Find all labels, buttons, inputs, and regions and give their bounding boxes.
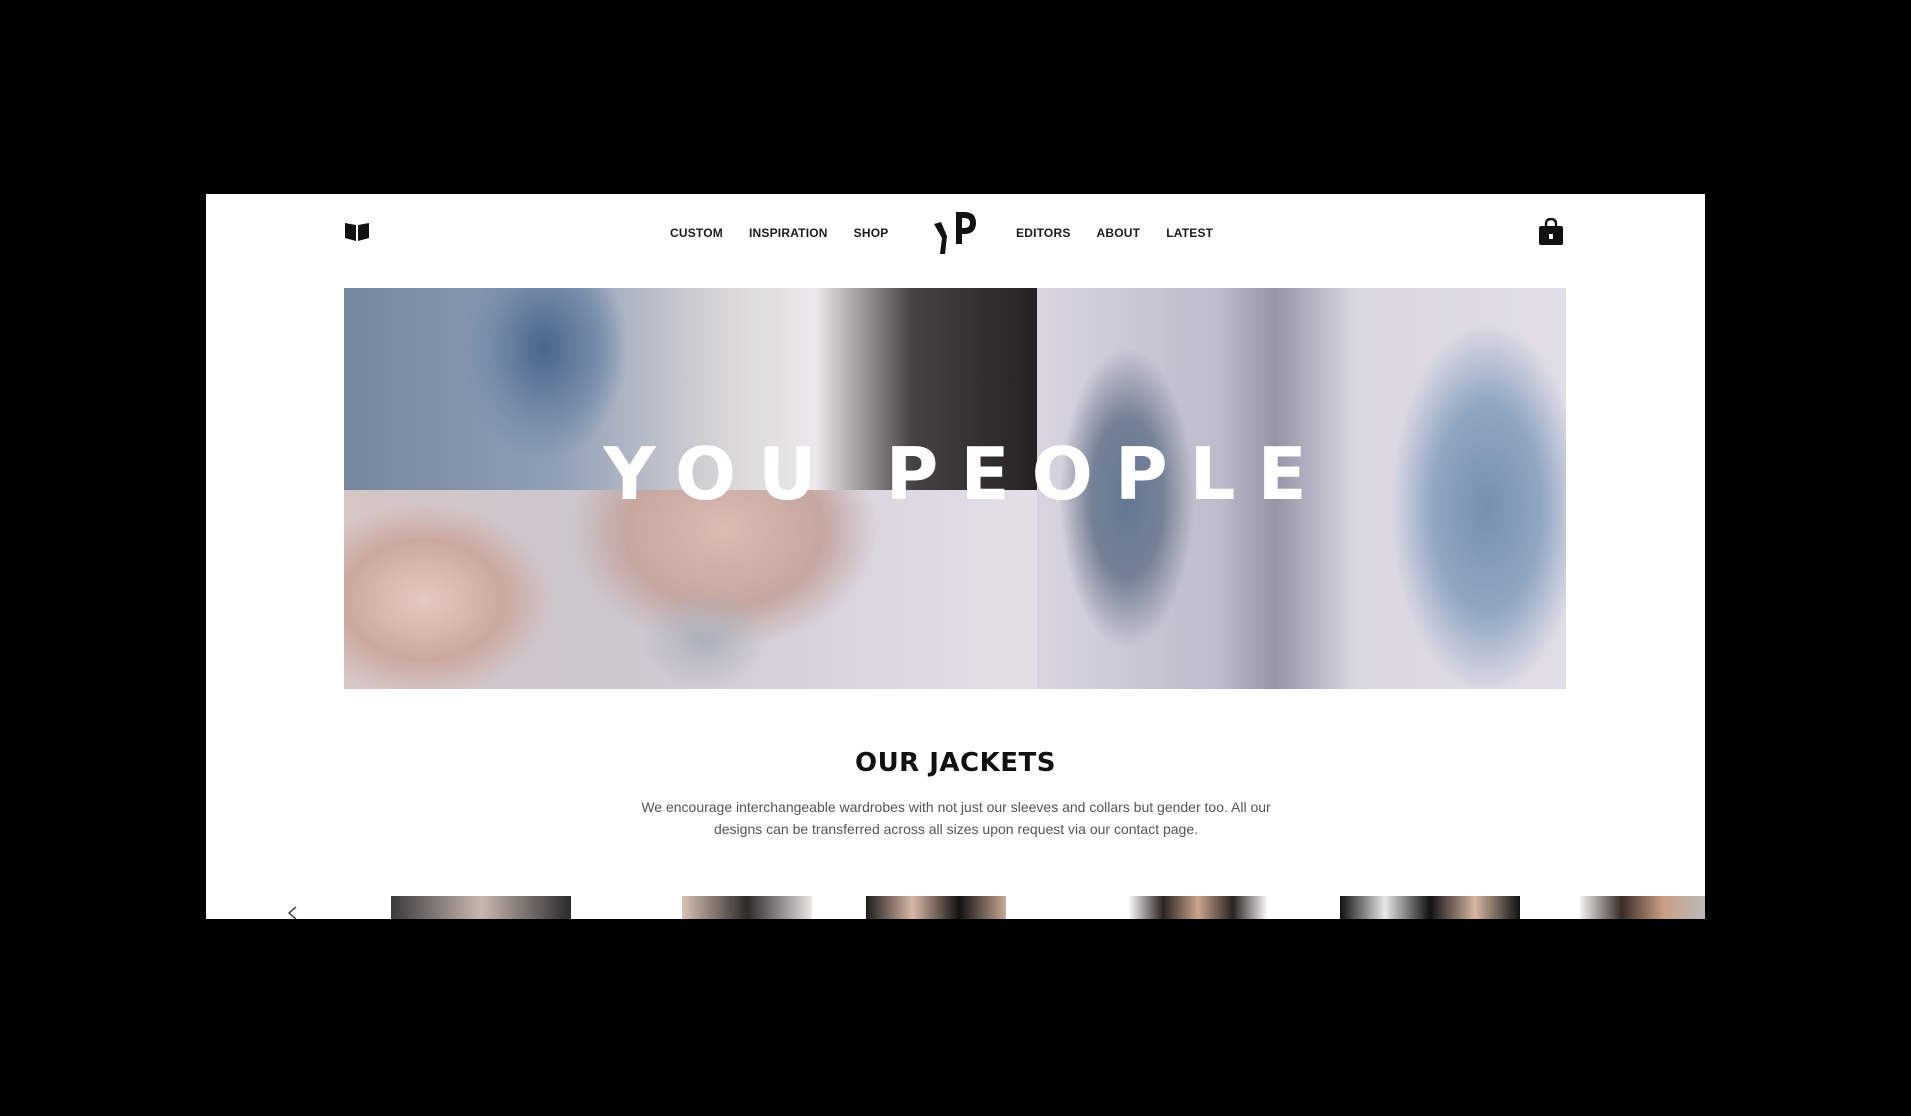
nav-shop[interactable]: SHOP [854, 226, 889, 240]
book-icon[interactable] [344, 220, 370, 242]
jacket-thumbnail[interactable] [1580, 896, 1705, 919]
primary-nav-right: EDITORS ABOUT LATEST [1016, 226, 1239, 240]
page: CUSTOM INSPIRATION SHOP EDITORS ABOUT LA… [206, 194, 1705, 919]
nav-custom[interactable]: CUSTOM [670, 226, 723, 240]
shopping-bag-icon[interactable] [1538, 218, 1564, 246]
jacket-thumbnail[interactable] [1128, 896, 1268, 919]
hero-banner: YOU PEOPLE [344, 288, 1566, 689]
yp-logo[interactable] [932, 210, 980, 256]
jacket-thumbnail[interactable] [866, 896, 1006, 919]
chevron-left-icon[interactable] [286, 906, 300, 919]
nav-latest[interactable]: LATEST [1166, 226, 1213, 240]
section-title: OUR JACKETS [854, 748, 1057, 778]
nav-editors[interactable]: EDITORS [1016, 226, 1071, 240]
jacket-thumbnail[interactable] [391, 896, 571, 919]
nav-inspiration[interactable]: INSPIRATION [749, 226, 828, 240]
jacket-thumbnail[interactable] [682, 896, 812, 919]
site-header: CUSTOM INSPIRATION SHOP EDITORS ABOUT LA… [206, 194, 1705, 288]
section-description: We encourage interchangeable wardrobes w… [641, 799, 1271, 837]
jacket-thumbnail[interactable] [1340, 896, 1520, 919]
jacket-carousel [206, 896, 1705, 919]
hero-title: YOU PEOPLE [603, 432, 1329, 516]
nav-about[interactable]: ABOUT [1097, 226, 1141, 240]
primary-nav-left: CUSTOM INSPIRATION SHOP [670, 226, 914, 240]
